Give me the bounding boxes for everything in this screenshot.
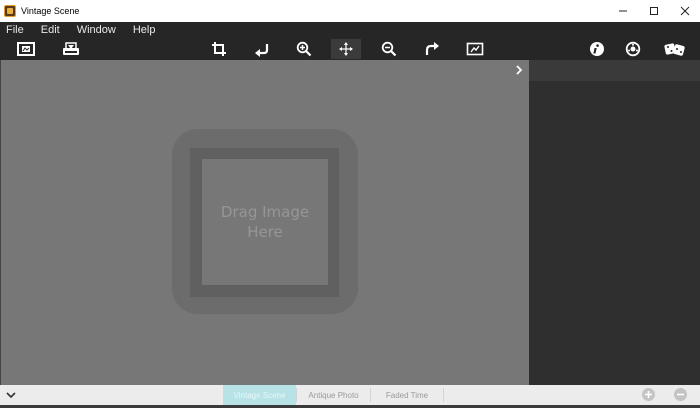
move-icon bbox=[339, 42, 353, 56]
close-icon bbox=[680, 6, 689, 16]
menu-bar: File Edit Window Help bbox=[0, 22, 700, 38]
app-icon bbox=[4, 5, 16, 17]
chevron-right-icon[interactable] bbox=[514, 64, 524, 76]
save-image-icon bbox=[63, 42, 79, 55]
rotate-right-button[interactable] bbox=[417, 39, 447, 59]
move-button[interactable] bbox=[331, 39, 361, 59]
maximize-button[interactable] bbox=[638, 0, 669, 22]
drop-zone-inner: Drag Image Here bbox=[202, 159, 328, 285]
remove-preset-button[interactable] bbox=[674, 388, 687, 401]
save-image-button[interactable] bbox=[56, 39, 86, 59]
add-preset-button[interactable] bbox=[642, 388, 655, 401]
toolbar bbox=[0, 38, 700, 60]
rotate-right-icon bbox=[425, 42, 439, 55]
zoom-in-icon bbox=[296, 41, 312, 57]
minus-icon bbox=[677, 393, 684, 396]
plus-icon bbox=[645, 391, 652, 398]
info-icon bbox=[590, 42, 604, 56]
settings-icon bbox=[625, 41, 641, 57]
settings-button[interactable] bbox=[618, 39, 648, 59]
menu-window[interactable]: Window bbox=[77, 24, 116, 36]
fit-image-button[interactable] bbox=[460, 39, 490, 59]
maximize-icon bbox=[649, 7, 658, 15]
minimize-button[interactable] bbox=[607, 0, 638, 22]
open-image-button[interactable] bbox=[11, 39, 41, 59]
side-panel bbox=[529, 60, 700, 385]
preset-tab-vintage-scene[interactable]: Vintage Scene bbox=[223, 385, 296, 405]
chevron-down-icon[interactable] bbox=[4, 389, 18, 401]
preset-tab-faded-time[interactable]: Faded Time bbox=[371, 385, 443, 405]
zoom-out-icon bbox=[381, 41, 397, 57]
preset-tab-antique-photo[interactable]: Antique Photo bbox=[297, 385, 370, 405]
menu-edit[interactable]: Edit bbox=[41, 24, 60, 36]
minimize-icon bbox=[618, 10, 627, 12]
zoom-out-button[interactable] bbox=[374, 39, 404, 59]
tab-divider bbox=[443, 388, 444, 402]
crop-icon bbox=[212, 42, 226, 56]
window-controls bbox=[607, 0, 700, 22]
open-image-icon bbox=[17, 42, 35, 56]
fit-image-icon bbox=[466, 42, 484, 56]
zoom-in-button[interactable] bbox=[289, 39, 319, 59]
drop-text-line-1: Drag Image bbox=[220, 203, 310, 221]
close-button[interactable] bbox=[669, 0, 700, 22]
menu-help[interactable]: Help bbox=[133, 24, 156, 36]
window-title: Vintage Scene bbox=[21, 6, 80, 16]
rotate-left-icon bbox=[255, 44, 269, 57]
crop-button[interactable] bbox=[204, 39, 234, 59]
rotate-left-button[interactable] bbox=[247, 39, 277, 59]
drop-text-line-2: Here bbox=[247, 223, 283, 241]
image-canvas[interactable]: Drag Image Here bbox=[0, 60, 529, 385]
side-panel-header bbox=[529, 60, 700, 81]
drop-zone-label: Drag Image Here bbox=[205, 202, 325, 242]
info-button[interactable] bbox=[582, 39, 612, 59]
menu-file[interactable]: File bbox=[6, 24, 24, 36]
random-dice-button[interactable] bbox=[660, 39, 690, 59]
random-dice-icon bbox=[664, 43, 685, 56]
preset-bar: Vintage Scene Antique Photo Faded Time bbox=[0, 385, 700, 405]
title-bar: Vintage Scene bbox=[0, 0, 700, 22]
